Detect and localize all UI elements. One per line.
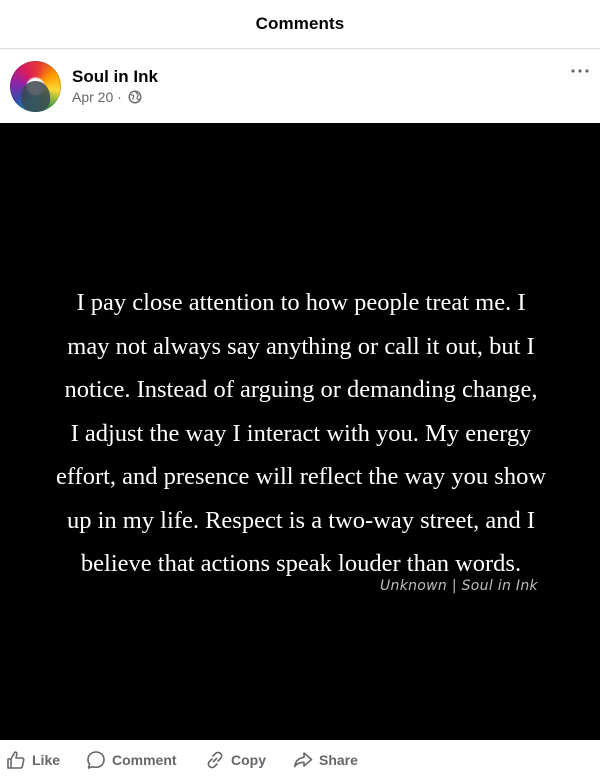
copy-label: Copy <box>231 752 266 768</box>
post-image[interactable]: I pay close attention to how people trea… <box>0 123 600 740</box>
comment-button[interactable]: Comment <box>86 750 177 770</box>
comment-label: Comment <box>112 752 177 768</box>
quote-signature: Unknown | Soul in Ink <box>380 578 538 594</box>
share-button[interactable]: Share <box>293 750 358 770</box>
link-icon <box>207 751 223 769</box>
globe-icon <box>128 90 142 104</box>
share-label: Share <box>319 752 358 768</box>
thumbs-up-icon <box>7 751 25 769</box>
quote-text: I pay close attention to how people trea… <box>55 289 547 577</box>
post-header: Soul in Ink Apr 20 · <box>0 49 600 123</box>
copy-button[interactable]: Copy <box>205 750 266 770</box>
like-button[interactable]: Like <box>6 750 60 770</box>
avatar[interactable] <box>10 61 61 112</box>
page-title: Comments <box>255 14 345 33</box>
post-date[interactable]: Apr 20 · <box>72 89 122 105</box>
share-arrow-icon <box>294 752 313 768</box>
post-author[interactable]: Soul in Ink <box>72 67 158 87</box>
top-bar: Comments <box>0 0 600 49</box>
more-icon[interactable] <box>570 67 590 75</box>
comment-bubble-icon <box>87 751 105 769</box>
avatar-silhouette <box>21 81 50 112</box>
like-label: Like <box>32 752 61 768</box>
action-bar: Like Comment Copy Share <box>0 740 600 783</box>
post-meta: Apr 20 · <box>72 89 142 105</box>
